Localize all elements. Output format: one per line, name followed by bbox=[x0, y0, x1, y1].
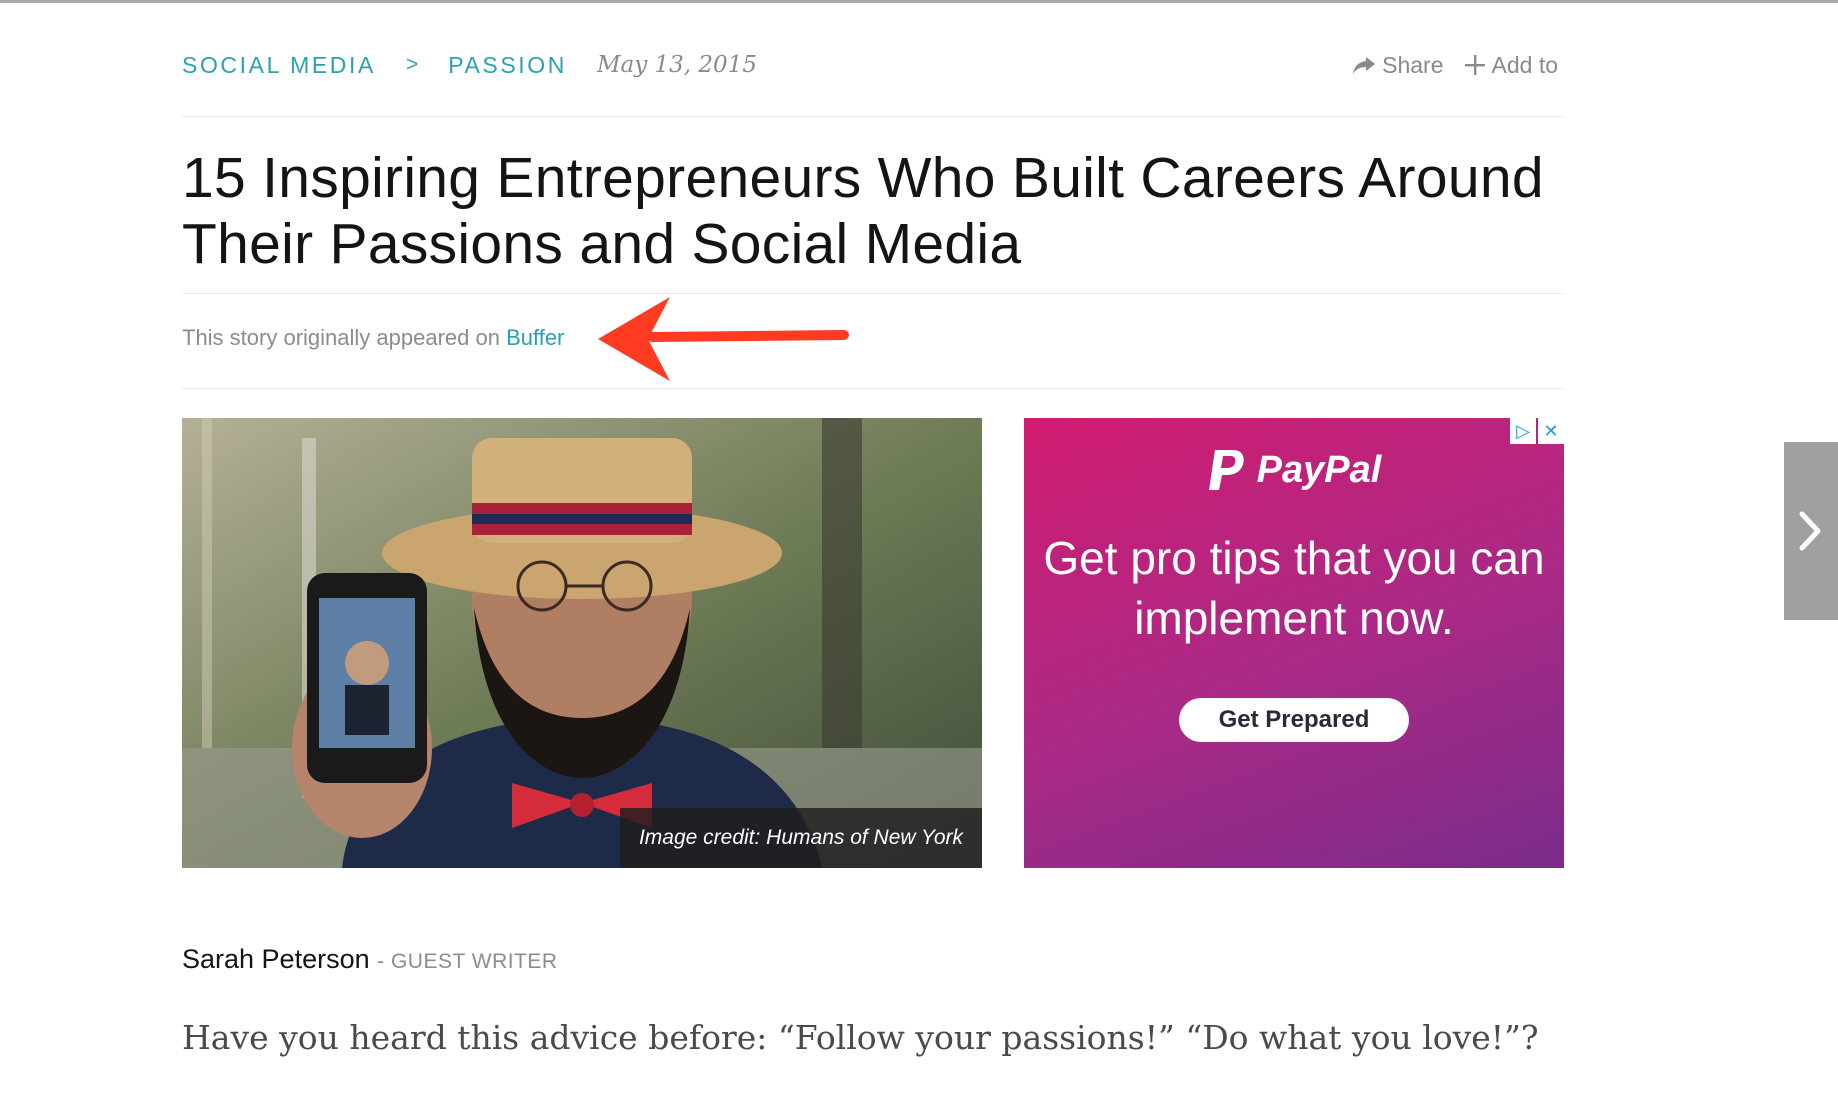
ad-brand-logo: PayPal bbox=[1024, 448, 1564, 492]
headline-divider bbox=[182, 293, 1564, 294]
share-button[interactable]: Share bbox=[1352, 51, 1444, 79]
ad-choices: ▷ ✕ bbox=[1510, 418, 1564, 444]
article-lede: Have you heard this advice before: “Foll… bbox=[182, 1018, 1539, 1057]
ad-close-icon[interactable]: ✕ bbox=[1538, 418, 1564, 444]
paypal-logo-icon bbox=[1208, 450, 1244, 490]
article-headline: 15 Inspiring Entrepreneurs Who Built Car… bbox=[182, 146, 1544, 276]
article-actions: Share Add to bbox=[1352, 48, 1558, 82]
annotation-arrow-icon bbox=[598, 297, 849, 381]
plus-icon bbox=[1464, 55, 1485, 75]
top-divider bbox=[0, 0, 1838, 3]
ad-choices-icon[interactable]: ▷ bbox=[1510, 418, 1536, 444]
author-name[interactable]: Sarah Peterson bbox=[182, 944, 370, 974]
share-icon bbox=[1353, 57, 1376, 74]
hero-image: Image credit: Humans of New York bbox=[182, 418, 982, 868]
author-role: - GUEST WRITER bbox=[377, 950, 558, 973]
breadcrumb-social-media[interactable]: SOCIAL MEDIA bbox=[182, 52, 376, 79]
article-page: SOCIAL MEDIA > PASSION May 13, 2015 Shar… bbox=[0, 0, 1838, 1104]
next-article-button[interactable] bbox=[1784, 442, 1838, 620]
publish-date: May 13, 2015 bbox=[596, 52, 757, 78]
chevron-right-icon bbox=[1799, 511, 1821, 551]
source-divider bbox=[182, 388, 1564, 389]
ad-headline: Get pro tips that you can implement now. bbox=[1043, 532, 1545, 644]
portrait-photo bbox=[182, 418, 982, 868]
ad-brand-name: PayPal bbox=[1256, 448, 1382, 491]
add-to-label: Add to bbox=[1491, 51, 1559, 78]
breadcrumb-passion[interactable]: PASSION bbox=[448, 52, 567, 79]
breadcrumb-separator: > bbox=[405, 53, 419, 76]
source-link-buffer[interactable]: Buffer bbox=[506, 325, 564, 350]
share-label: Share bbox=[1382, 51, 1444, 78]
add-to-button[interactable]: Add to bbox=[1464, 51, 1559, 79]
image-credit: Image credit: Humans of New York bbox=[620, 808, 982, 868]
byline: Sarah Peterson - GUEST WRITER bbox=[182, 944, 558, 975]
source-prefix: This story originally appeared on bbox=[182, 325, 500, 350]
paypal-advertisement[interactable]: ▷ ✕ PayPal Get pro tips that you can imp… bbox=[1024, 418, 1564, 868]
ad-cta-button[interactable]: Get Prepared bbox=[1179, 698, 1409, 742]
header-divider bbox=[182, 116, 1564, 117]
source-attribution: This story originally appeared on Buffer bbox=[182, 325, 564, 351]
breadcrumb: SOCIAL MEDIA > PASSION May 13, 2015 bbox=[182, 48, 757, 82]
